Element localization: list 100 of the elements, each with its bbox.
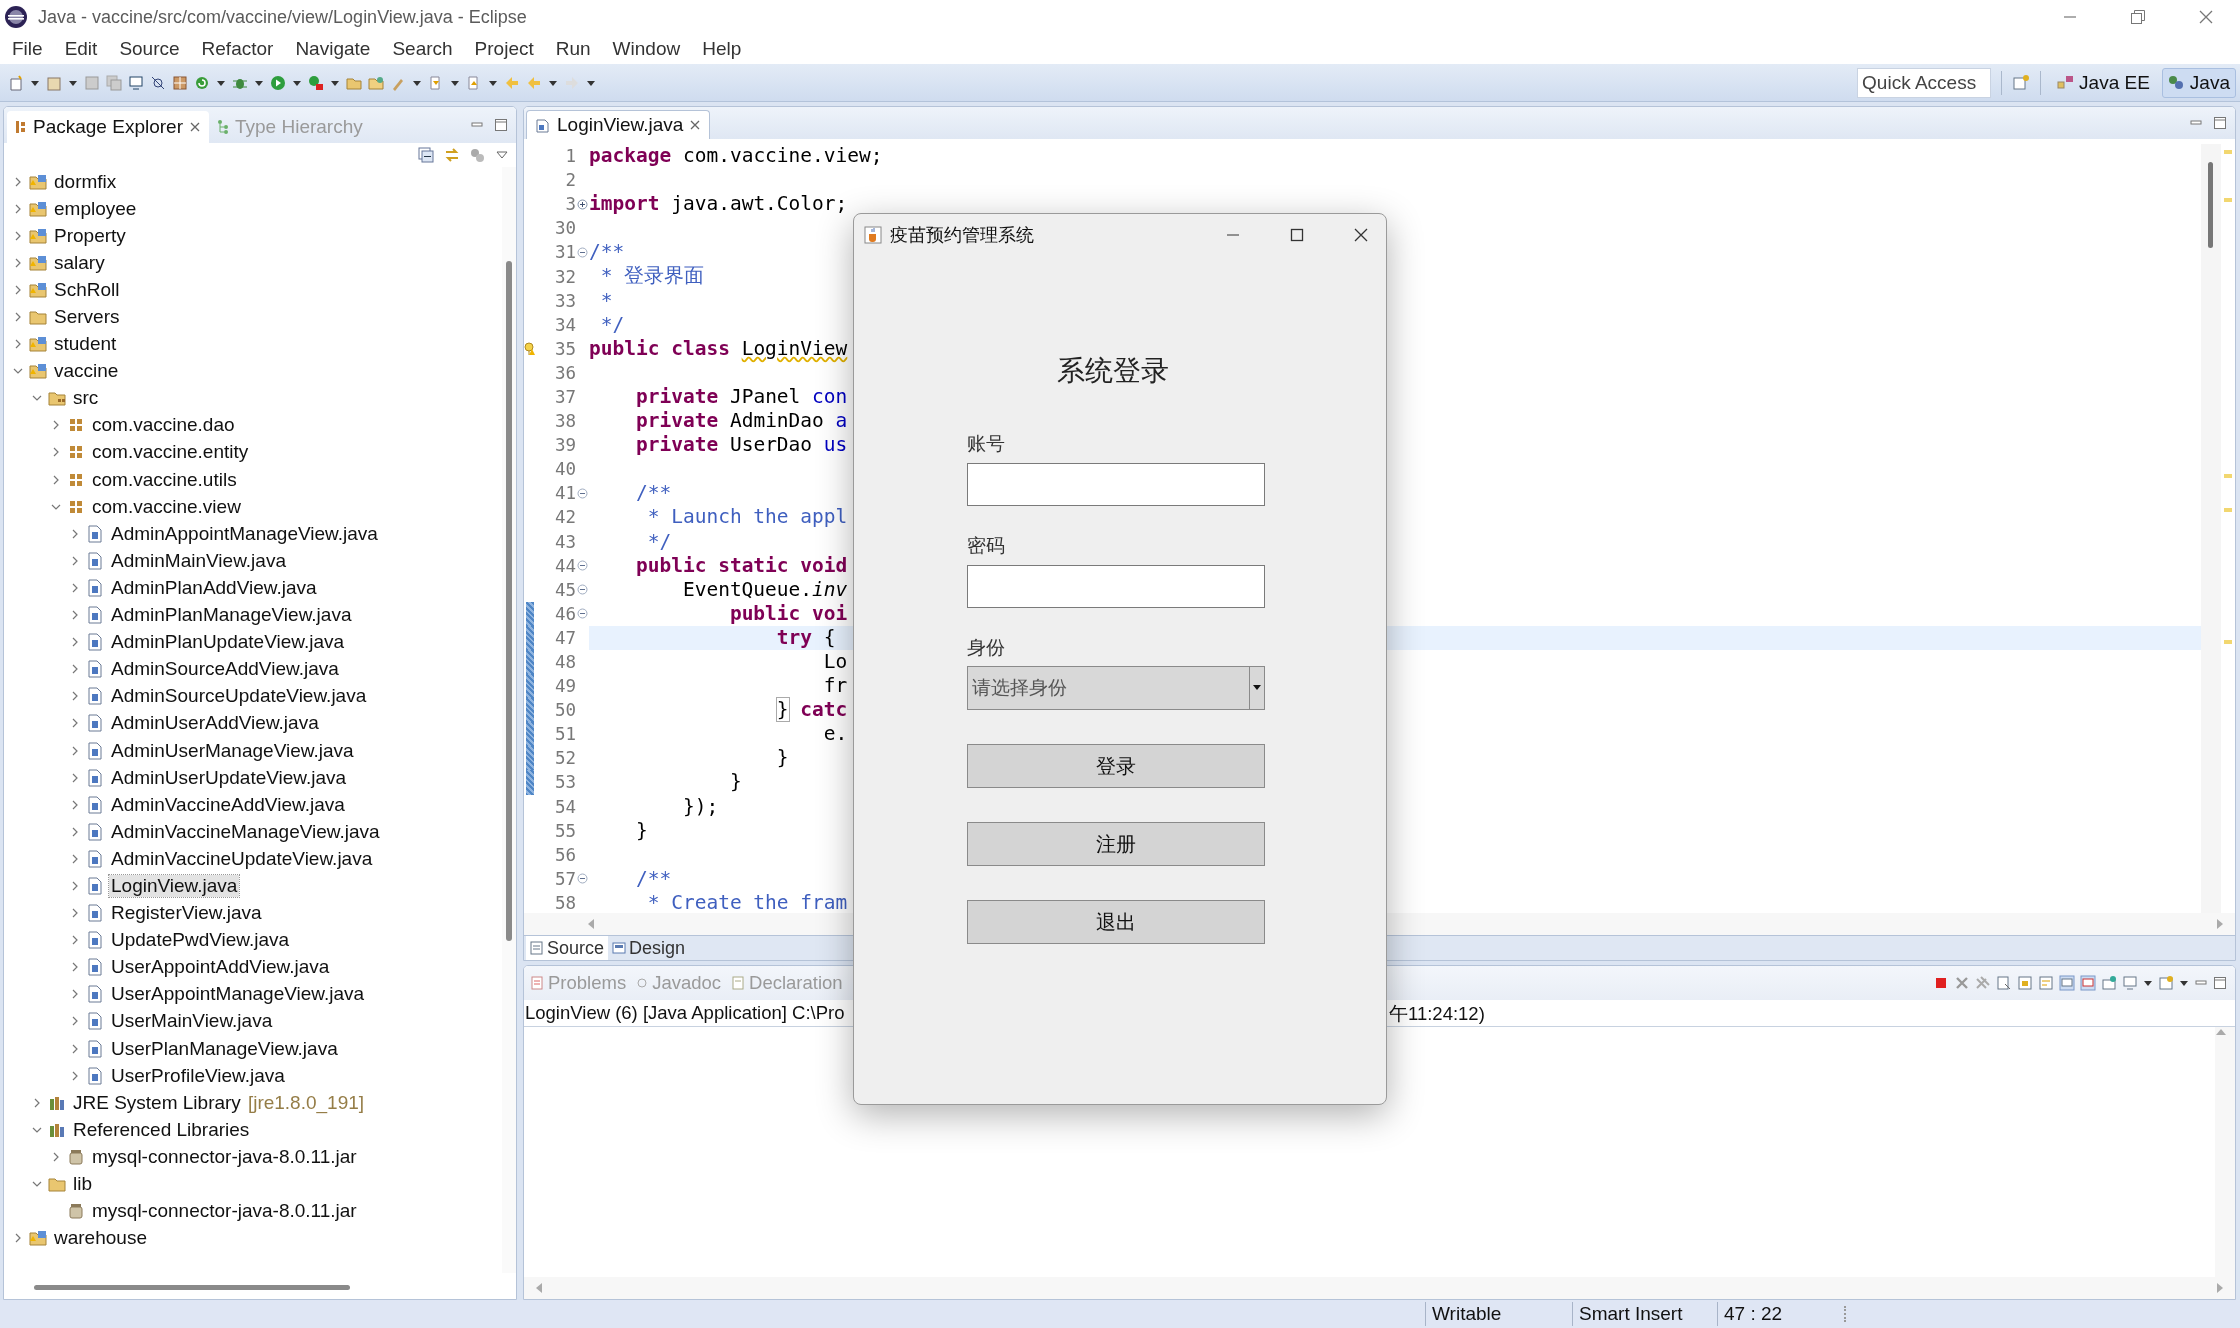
- tree-item-label[interactable]: AdminMainView.java: [109, 549, 288, 572]
- tree-item-label[interactable]: AdminAppointManageView.java: [109, 522, 380, 545]
- tree-item-label[interactable]: warehouse: [52, 1227, 149, 1250]
- tree-item-label[interactable]: AdminUserAddView.java: [109, 712, 321, 735]
- restore-icon[interactable]: [2130, 9, 2146, 25]
- scrollbar-thumb[interactable]: [506, 261, 512, 941]
- tree-item-label[interactable]: AdminSourceAddView.java: [109, 658, 341, 681]
- close-icon[interactable]: [689, 119, 702, 131]
- menu-item[interactable]: File: [1, 38, 54, 60]
- dialog-button[interactable]: 登录: [967, 744, 1265, 788]
- maximize-icon[interactable]: [1290, 228, 1304, 242]
- show-error-icon[interactable]: [2080, 975, 2096, 991]
- tree-item-label[interactable]: AdminPlanUpdateView.java: [109, 631, 347, 654]
- tree-item-label[interactable]: com.vaccine.view: [90, 495, 243, 518]
- tree-item-label[interactable]: src: [71, 387, 101, 410]
- menu-item[interactable]: Window: [601, 38, 692, 60]
- menu-item[interactable]: Edit: [53, 38, 109, 60]
- close-icon[interactable]: [188, 121, 201, 133]
- tree-item-label[interactable]: lib: [71, 1173, 94, 1195]
- tree-item-label[interactable]: JRE System Library: [71, 1091, 243, 1114]
- view-menu-icon[interactable]: [496, 149, 508, 161]
- refresh-icon[interactable]: [194, 74, 210, 91]
- collapse-fold-icon[interactable]: [577, 608, 588, 620]
- tree-item-label[interactable]: AdminUserManageView.java: [109, 739, 356, 762]
- tree-item-label[interactable]: Referenced Libraries: [71, 1118, 252, 1141]
- collapse-fold-icon[interactable]: [577, 560, 588, 572]
- tree-item-label[interactable]: UserPlanManageView.java: [109, 1037, 340, 1060]
- tree-item-label[interactable]: AdminVaccineManageView.java: [109, 820, 382, 843]
- menu-item[interactable]: Run: [544, 38, 602, 60]
- tree-item-label[interactable]: UpdatePwdView.java: [109, 929, 292, 952]
- pin-console-icon[interactable]: [2101, 975, 2117, 991]
- menu-item[interactable]: Project: [463, 38, 545, 60]
- tree-item-label[interactable]: com.vaccine.entity: [90, 441, 251, 464]
- menu-item[interactable]: Refactor: [190, 38, 285, 60]
- password-field[interactable]: [967, 565, 1265, 608]
- menu-item[interactable]: Navigate: [284, 38, 382, 60]
- tree-item-label[interactable]: AdminVaccineUpdateView.java: [109, 847, 375, 870]
- tree-item-label[interactable]: AdminUserUpdateView.java: [109, 766, 349, 789]
- perspective-button[interactable]: Java EE: [2051, 67, 2156, 98]
- close-icon[interactable]: [1354, 228, 1368, 242]
- tree-item-label[interactable]: RegisterView.java: [109, 902, 264, 925]
- vertical-scrollbar[interactable]: [2215, 1027, 2235, 1277]
- dropdown[interactable]: 请选择身份: [967, 666, 1265, 710]
- tree-item-label[interactable]: AdminVaccineAddView.java: [109, 793, 347, 816]
- tree-item-label[interactable]: salary: [52, 251, 107, 274]
- tree-item-label[interactable]: AdminPlanManageView.java: [109, 604, 354, 627]
- dialog-button[interactable]: 退出: [967, 900, 1265, 944]
- tree-item-label[interactable]: SchRoll: [52, 278, 122, 301]
- run-icon[interactable]: [270, 74, 286, 91]
- run-tool-icon[interactable]: [308, 74, 324, 91]
- tree-item-label[interactable]: employee: [52, 197, 139, 220]
- new-file-icon[interactable]: [8, 74, 24, 91]
- collapse-fold-icon[interactable]: [577, 584, 588, 596]
- open-type-icon[interactable]: [368, 74, 384, 91]
- open-perspective-icon[interactable]: [2012, 73, 2031, 92]
- collapse-fold-icon[interactable]: [577, 487, 588, 499]
- menu-item[interactable]: Help: [691, 38, 753, 60]
- menu-item[interactable]: Source: [108, 38, 191, 60]
- tree-item-label[interactable]: Servers: [52, 306, 122, 328]
- clear-console-icon[interactable]: [1996, 975, 2012, 991]
- tree-item-label[interactable]: vaccine: [52, 360, 121, 383]
- dropdown-caret-icon[interactable]: [2143, 978, 2153, 988]
- tree-item-label[interactable]: UserAppointManageView.java: [109, 983, 367, 1006]
- editor-mode-tab[interactable]: Source: [526, 936, 609, 960]
- link-editor-icon[interactable]: [444, 147, 460, 163]
- show-output-icon[interactable]: [2059, 975, 2075, 991]
- skip-breakpoints-icon[interactable]: [150, 74, 166, 91]
- tree-item-label[interactable]: dormfix: [52, 170, 119, 193]
- editor-tab[interactable]: LoginView.java: [526, 110, 711, 139]
- collapse-all-icon[interactable]: [418, 147, 434, 163]
- expand-fold-icon[interactable]: [577, 198, 588, 210]
- text-field[interactable]: [967, 463, 1265, 506]
- new-class-icon[interactable]: [172, 74, 188, 91]
- tree-item-label[interactable]: AdminSourceUpdateView.java: [109, 685, 369, 708]
- tree-item-label[interactable]: student: [52, 333, 119, 356]
- scrollbar-thumb[interactable]: [2208, 162, 2213, 248]
- tree-item-label[interactable]: mysql-connector-java-8.0.11.jar: [90, 1200, 359, 1223]
- editor-mode-tab[interactable]: Design: [608, 936, 690, 960]
- tree-item-label[interactable]: UserAppointAddView.java: [109, 956, 332, 979]
- collapse-fold-icon[interactable]: [577, 873, 588, 885]
- monitor-icon[interactable]: [128, 74, 144, 91]
- tree-item-label[interactable]: com.vaccine.dao: [90, 414, 237, 437]
- dialog-button[interactable]: 注册: [967, 822, 1265, 866]
- perspective-button[interactable]: Java: [2161, 67, 2236, 98]
- tree-item-label[interactable]: UserProfileView.java: [109, 1064, 287, 1087]
- tree-item-label[interactable]: AdminPlanAddView.java: [109, 576, 319, 599]
- tree-item-label[interactable]: mysql-connector-java-8.0.11.jar: [90, 1145, 359, 1168]
- tree-item-label[interactable]: Property: [52, 224, 128, 247]
- scrollbar-thumb[interactable]: [34, 1285, 350, 1290]
- tree-item-label[interactable]: LoginView.java: [109, 875, 240, 897]
- remove-launch-icon[interactable]: [1954, 975, 1970, 991]
- menu-item[interactable]: Search: [381, 38, 464, 60]
- code-line: */: [599, 312, 625, 337]
- quick-access-field[interactable]: Quick Access: [1857, 67, 1992, 98]
- view-tab[interactable]: Package Explorer: [7, 111, 209, 143]
- collapse-fold-icon[interactable]: [577, 246, 588, 258]
- terminate-icon[interactable]: [1933, 975, 1949, 991]
- dropdown-caret-icon[interactable]: [2179, 978, 2189, 988]
- tree-item-label[interactable]: com.vaccine.utils: [90, 468, 239, 491]
- tree-item-label[interactable]: UserMainView.java: [109, 1010, 275, 1033]
